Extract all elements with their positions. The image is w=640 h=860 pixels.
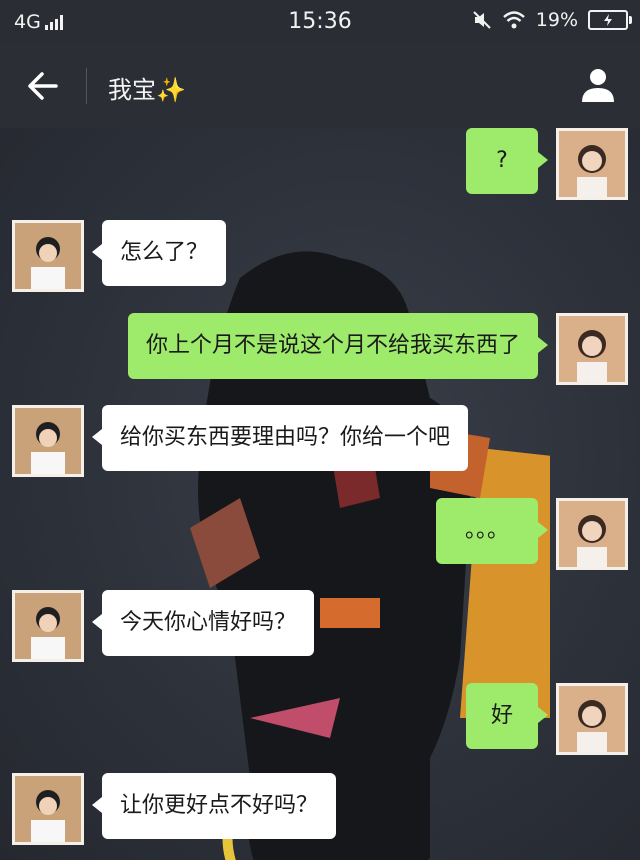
chat-header: 我宝✨	[0, 44, 640, 128]
back-arrow-icon[interactable]	[22, 66, 62, 106]
contact-avatar[interactable]	[12, 405, 84, 477]
status-right: 19%	[472, 9, 632, 31]
message-bubble[interactable]: ?	[466, 128, 548, 194]
wifi-icon	[502, 11, 525, 29]
status-bar: 4G 15:36 19%	[0, 0, 640, 44]
message-bubble[interactable]: 怎么了？	[91, 220, 227, 286]
contact-avatar[interactable]	[12, 220, 84, 292]
message-bubble[interactable]: 好	[466, 683, 548, 749]
message-bubble[interactable]: 给你买东西要理由吗？你给一个吧	[91, 405, 469, 471]
battery-icon	[588, 10, 632, 30]
chat-area[interactable]: ? 怎么了？ 你上个月不是说这个月不给我买东西了 给你买东西要理由吗？你给一个吧…	[0, 128, 640, 860]
contact-avatar[interactable]	[12, 773, 84, 845]
message-bubble[interactable]: 你上个月不是说这个月不给我买东西了	[127, 313, 549, 379]
my-avatar[interactable]	[556, 498, 628, 570]
header-divider	[86, 68, 87, 104]
battery-percent: 19%	[535, 9, 578, 31]
profile-icon[interactable]	[578, 64, 618, 104]
my-avatar[interactable]	[556, 683, 628, 755]
my-avatar[interactable]	[556, 128, 628, 200]
chat-title: 我宝✨	[108, 76, 186, 104]
contact-avatar[interactable]	[12, 590, 84, 662]
message-bubble[interactable]: 。。。	[436, 498, 548, 564]
mute-icon	[473, 11, 491, 29]
message-bubble[interactable]: 让你更好点不好吗？	[91, 773, 337, 839]
message-bubble[interactable]: 今天你心情好吗？	[91, 590, 315, 656]
my-avatar[interactable]	[556, 313, 628, 385]
